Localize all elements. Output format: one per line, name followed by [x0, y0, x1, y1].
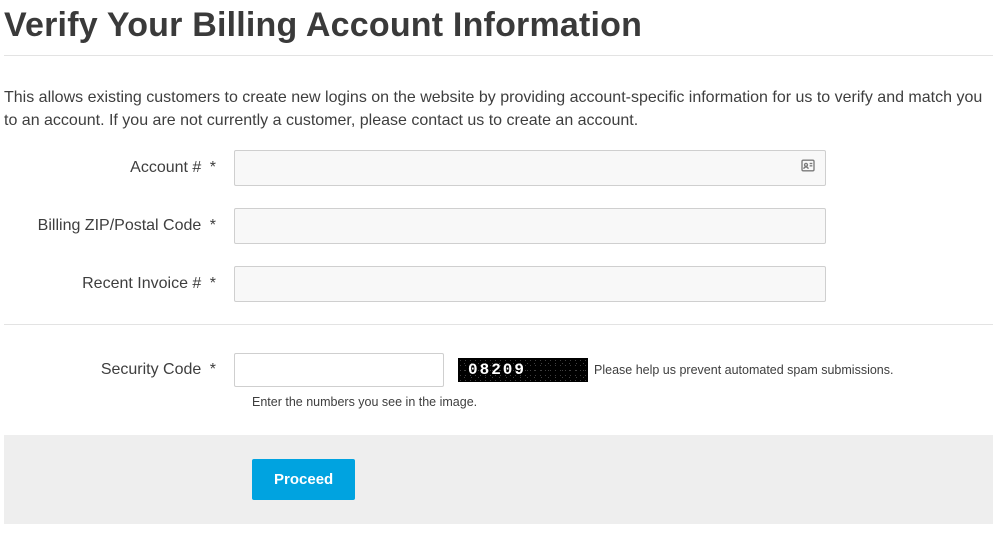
proceed-button[interactable]: Proceed	[252, 459, 355, 500]
captcha-image: 08209	[458, 358, 588, 382]
intro-text: This allows existing customers to create…	[4, 86, 984, 132]
required-marker: *	[210, 217, 216, 234]
required-marker: *	[210, 159, 216, 176]
zip-row: Billing ZIP/Postal Code *	[4, 208, 993, 244]
zip-input[interactable]	[234, 208, 826, 244]
captcha-help-text: Please help us prevent automated spam su…	[594, 363, 893, 377]
account-input[interactable]	[234, 150, 826, 186]
invoice-row: Recent Invoice # *	[4, 266, 993, 302]
captcha-row: Security Code * 08209 Please help us pre…	[4, 353, 993, 387]
invoice-input[interactable]	[234, 266, 826, 302]
captcha-label-text: Security Code	[101, 361, 202, 378]
required-marker: *	[210, 361, 216, 378]
zip-label: Billing ZIP/Postal Code *	[4, 217, 234, 235]
zip-label-text: Billing ZIP/Postal Code	[38, 217, 202, 234]
invoice-label-text: Recent Invoice #	[82, 275, 201, 292]
heading-divider	[4, 55, 993, 56]
account-label-text: Account #	[130, 159, 201, 176]
captcha-label: Security Code *	[4, 361, 234, 379]
account-row: Account # *	[4, 150, 993, 186]
account-label: Account # *	[4, 159, 234, 177]
invoice-label: Recent Invoice # *	[4, 275, 234, 293]
captcha-image-text: 08209	[468, 361, 526, 379]
page-title: Verify Your Billing Account Information	[4, 6, 993, 45]
section-divider	[4, 324, 993, 325]
captcha-hint-text: Enter the numbers you see in the image.	[252, 395, 993, 409]
required-marker: *	[210, 275, 216, 292]
captcha-input[interactable]	[234, 353, 444, 387]
actions-bar: Proceed	[4, 435, 993, 524]
